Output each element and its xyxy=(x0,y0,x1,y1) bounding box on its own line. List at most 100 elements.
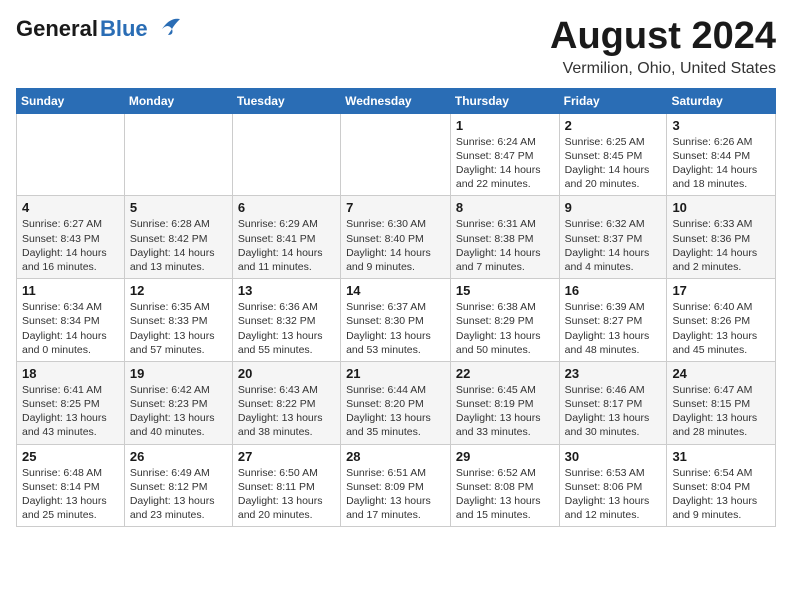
day-number: 28 xyxy=(346,449,445,464)
calendar-cell: 21Sunrise: 6:44 AM Sunset: 8:20 PM Dayli… xyxy=(341,361,451,444)
logo-general: General xyxy=(16,16,98,42)
day-info: Sunrise: 6:29 AM Sunset: 8:41 PM Dayligh… xyxy=(238,217,335,274)
calendar-week-2: 4Sunrise: 6:27 AM Sunset: 8:43 PM Daylig… xyxy=(17,196,776,279)
day-number: 23 xyxy=(565,366,662,381)
day-info: Sunrise: 6:28 AM Sunset: 8:42 PM Dayligh… xyxy=(130,217,227,274)
calendar-cell xyxy=(232,113,340,196)
calendar-cell: 22 Sunrise: 6:45 AM Sunset: 8:19 PM Dayli… xyxy=(450,361,559,444)
page-subtitle: Vermilion, Ohio, United States xyxy=(550,60,776,78)
day-number: 11 xyxy=(22,283,119,298)
calendar-cell: 11 Sunrise: 6:34 AM Sunset: 8:34 PM Dayli… xyxy=(17,279,125,362)
calendar-cell: 7 Sunrise: 6:30 AM Sunset: 8:40 PM Daylig… xyxy=(341,196,451,279)
calendar-header-wednesday: Wednesday xyxy=(341,88,451,113)
day-number: 17 xyxy=(672,283,770,298)
calendar-cell: 9 Sunrise: 6:32 AM Sunset: 8:37 PM Daylig… xyxy=(559,196,667,279)
day-info: Sunrise: 6:34 AM Sunset: 8:34 PM Dayligh… xyxy=(22,300,119,357)
day-info: Sunrise: 6:43 AM Sunset: 8:22 PM Dayligh… xyxy=(238,383,335,440)
day-number: 20 xyxy=(238,366,335,381)
title-block: August 2024 Vermilion, Ohio, United Stat… xyxy=(550,16,776,78)
page-header: General Blue August 2024 Vermilion, Ohio… xyxy=(16,16,776,78)
day-number: 16 xyxy=(565,283,662,298)
calendar-cell: 18Sunrise: 6:41 AM Sunset: 8:25 PM Dayli… xyxy=(17,361,125,444)
day-info: Sunrise: 6:54 AM Sunset: 8:04 PM Dayligh… xyxy=(672,466,770,523)
day-info: Sunrise: 6:39 AM Sunset: 8:27 PM Dayligh… xyxy=(565,300,662,357)
day-number: 3 xyxy=(672,118,770,133)
day-info: Sunrise: 6:41 AM Sunset: 8:25 PM Dayligh… xyxy=(22,383,119,440)
calendar-cell: 1 Sunrise: 6:24 AM Sunset: 8:47 PM Daylig… xyxy=(450,113,559,196)
calendar-cell: 27Sunrise: 6:50 AM Sunset: 8:11 PM Dayli… xyxy=(232,444,340,527)
day-number: 9 xyxy=(565,200,662,215)
calendar-week-5: 25Sunrise: 6:48 AM Sunset: 8:14 PM Dayli… xyxy=(17,444,776,527)
day-info: Sunrise: 6:24 AM Sunset: 8:47 PM Dayligh… xyxy=(456,135,554,192)
calendar-cell: 6Sunrise: 6:29 AM Sunset: 8:41 PM Daylig… xyxy=(232,196,340,279)
day-info: Sunrise: 6:35 AM Sunset: 8:33 PM Dayligh… xyxy=(130,300,227,357)
day-number: 7 xyxy=(346,200,445,215)
calendar-cell: 3 Sunrise: 6:26 AM Sunset: 8:44 PM Daylig… xyxy=(667,113,776,196)
calendar-cell: 25Sunrise: 6:48 AM Sunset: 8:14 PM Dayli… xyxy=(17,444,125,527)
day-number: 1 xyxy=(456,118,554,133)
day-number: 26 xyxy=(130,449,227,464)
calendar-cell xyxy=(341,113,451,196)
day-info: Sunrise: 6:52 AM Sunset: 8:08 PM Dayligh… xyxy=(456,466,554,523)
logo-bird-icon xyxy=(152,15,182,37)
calendar-cell: 14Sunrise: 6:37 AM Sunset: 8:30 PM Dayli… xyxy=(341,279,451,362)
day-info: Sunrise: 6:53 AM Sunset: 8:06 PM Dayligh… xyxy=(565,466,662,523)
day-info: Sunrise: 6:38 AM Sunset: 8:29 PM Dayligh… xyxy=(456,300,554,357)
calendar-cell: 24Sunrise: 6:47 AM Sunset: 8:15 PM Dayli… xyxy=(667,361,776,444)
calendar-cell xyxy=(17,113,125,196)
calendar-header-thursday: Thursday xyxy=(450,88,559,113)
calendar-cell: 28 Sunrise: 6:51 AM Sunset: 8:09 PM Dayli… xyxy=(341,444,451,527)
day-info: Sunrise: 6:33 AM Sunset: 8:36 PM Dayligh… xyxy=(672,217,770,274)
page-title: August 2024 xyxy=(550,16,776,58)
logo-blue: Blue xyxy=(100,16,148,42)
day-number: 24 xyxy=(672,366,770,381)
day-number: 22 xyxy=(456,366,554,381)
calendar-cell: 13 Sunrise: 6:36 AM Sunset: 8:32 PM Dayli… xyxy=(232,279,340,362)
day-number: 31 xyxy=(672,449,770,464)
logo: General Blue xyxy=(16,16,182,42)
calendar-cell: 16 Sunrise: 6:39 AM Sunset: 8:27 PM Dayli… xyxy=(559,279,667,362)
calendar-cell: 4Sunrise: 6:27 AM Sunset: 8:43 PM Daylig… xyxy=(17,196,125,279)
day-number: 19 xyxy=(130,366,227,381)
day-info: Sunrise: 6:42 AM Sunset: 8:23 PM Dayligh… xyxy=(130,383,227,440)
calendar-cell: 5Sunrise: 6:28 AM Sunset: 8:42 PM Daylig… xyxy=(124,196,232,279)
day-number: 27 xyxy=(238,449,335,464)
day-number: 30 xyxy=(565,449,662,464)
calendar-cell xyxy=(124,113,232,196)
calendar-header-monday: Monday xyxy=(124,88,232,113)
day-info: Sunrise: 6:26 AM Sunset: 8:44 PM Dayligh… xyxy=(672,135,770,192)
day-number: 15 xyxy=(456,283,554,298)
day-number: 12 xyxy=(130,283,227,298)
day-info: Sunrise: 6:40 AM Sunset: 8:26 PM Dayligh… xyxy=(672,300,770,357)
day-number: 29 xyxy=(456,449,554,464)
calendar-week-4: 18Sunrise: 6:41 AM Sunset: 8:25 PM Dayli… xyxy=(17,361,776,444)
day-info: Sunrise: 6:51 AM Sunset: 8:09 PM Dayligh… xyxy=(346,466,445,523)
day-number: 10 xyxy=(672,200,770,215)
day-info: Sunrise: 6:45 AM Sunset: 8:19 PM Dayligh… xyxy=(456,383,554,440)
calendar-cell: 10 Sunrise: 6:33 AM Sunset: 8:36 PM Dayli… xyxy=(667,196,776,279)
calendar-cell: 30 Sunrise: 6:53 AM Sunset: 8:06 PM Dayli… xyxy=(559,444,667,527)
calendar-cell: 17 Sunrise: 6:40 AM Sunset: 8:26 PM Dayli… xyxy=(667,279,776,362)
calendar-header-tuesday: Tuesday xyxy=(232,88,340,113)
calendar-cell: 23 Sunrise: 6:46 AM Sunset: 8:17 PM Dayli… xyxy=(559,361,667,444)
calendar-header-friday: Friday xyxy=(559,88,667,113)
day-info: Sunrise: 6:44 AM Sunset: 8:20 PM Dayligh… xyxy=(346,383,445,440)
day-info: Sunrise: 6:30 AM Sunset: 8:40 PM Dayligh… xyxy=(346,217,445,274)
calendar-header-sunday: Sunday xyxy=(17,88,125,113)
calendar-header-saturday: Saturday xyxy=(667,88,776,113)
calendar-cell: 20 Sunrise: 6:43 AM Sunset: 8:22 PM Dayli… xyxy=(232,361,340,444)
day-number: 2 xyxy=(565,118,662,133)
calendar-cell: 12 Sunrise: 6:35 AM Sunset: 8:33 PM Dayli… xyxy=(124,279,232,362)
calendar-cell: 31 Sunrise: 6:54 AM Sunset: 8:04 PM Dayli… xyxy=(667,444,776,527)
day-info: Sunrise: 6:36 AM Sunset: 8:32 PM Dayligh… xyxy=(238,300,335,357)
day-info: Sunrise: 6:27 AM Sunset: 8:43 PM Dayligh… xyxy=(22,217,119,274)
calendar-cell: 29 Sunrise: 6:52 AM Sunset: 8:08 PM Dayli… xyxy=(450,444,559,527)
day-info: Sunrise: 6:31 AM Sunset: 8:38 PM Dayligh… xyxy=(456,217,554,274)
day-info: Sunrise: 6:46 AM Sunset: 8:17 PM Dayligh… xyxy=(565,383,662,440)
calendar-cell: 15 Sunrise: 6:38 AM Sunset: 8:29 PM Dayli… xyxy=(450,279,559,362)
day-info: Sunrise: 6:25 AM Sunset: 8:45 PM Dayligh… xyxy=(565,135,662,192)
day-info: Sunrise: 6:37 AM Sunset: 8:30 PM Dayligh… xyxy=(346,300,445,357)
calendar-cell: 8Sunrise: 6:31 AM Sunset: 8:38 PM Daylig… xyxy=(450,196,559,279)
day-number: 13 xyxy=(238,283,335,298)
day-info: Sunrise: 6:32 AM Sunset: 8:37 PM Dayligh… xyxy=(565,217,662,274)
